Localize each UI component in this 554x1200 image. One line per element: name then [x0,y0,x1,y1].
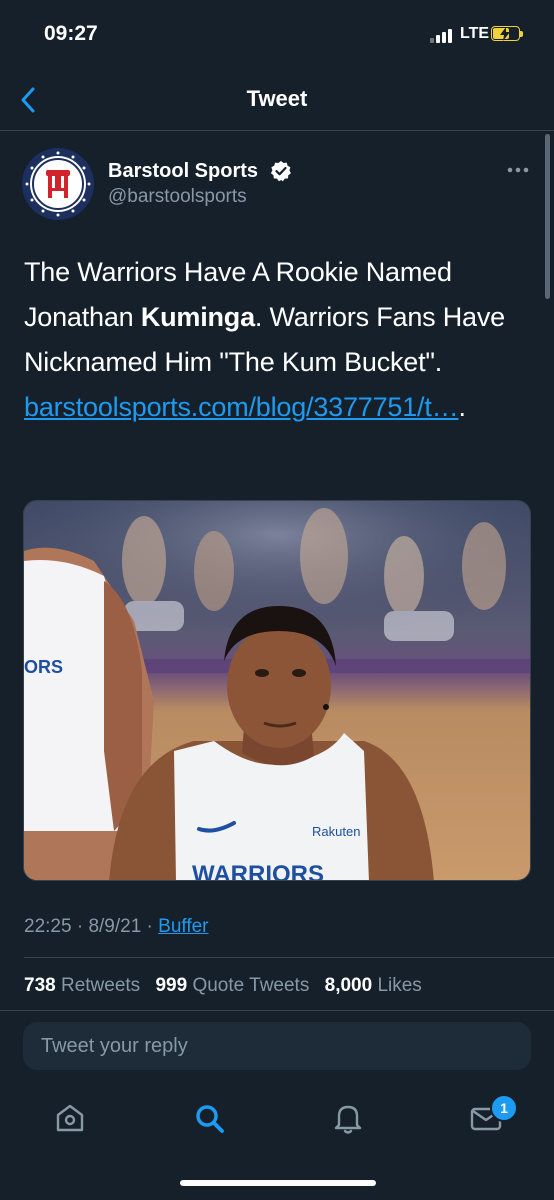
signal-icon [430,27,456,43]
author-handle[interactable]: @barstoolsports [108,186,247,208]
tweet-text: The Warriors Have A Rookie Named Jonatha… [24,257,505,422]
divider [24,957,554,958]
bell-icon [334,1105,362,1134]
network-type: LTE [460,25,490,42]
tweet-source-link[interactable]: Buffer [158,916,208,937]
home-indicator[interactable] [180,1180,376,1186]
barstool-logo [22,148,94,220]
bold-name: Kuminga [140,302,255,332]
more-icon[interactable] [505,160,531,180]
divider [0,1010,554,1011]
tab-home[interactable] [52,1100,88,1136]
scrollbar[interactable] [545,134,550,299]
home-icon [56,1104,84,1132]
verified-icon [270,161,291,182]
jersey-text: WARRIORS [192,861,324,881]
tweet-time: 22:25 [24,916,72,937]
reply-box[interactable]: Tweet your reply [23,1022,531,1070]
nav-header: Tweet [0,70,554,131]
search-icon [196,1105,224,1133]
battery-icon [491,26,524,43]
likes-stat[interactable]: 8,000 Likes [325,975,422,996]
tweet-stats: 738 Retweets 999 Quote Tweets 8,000 Like… [24,975,422,997]
tweet-meta: 22:25 · 8/9/21 · Buffer [24,916,209,937]
jersey-sponsor: Rakuten [312,824,360,839]
tab-search[interactable] [191,1100,227,1136]
author-name[interactable]: Barstool Sports [108,160,258,183]
reply-input-placeholder[interactable]: Tweet your reply [41,1035,188,1058]
messages-badge: 1 [490,1094,518,1122]
quote-tweets-stat[interactable]: 999 Quote Tweets [155,975,309,996]
photo-basketball-player: ORS Rakuten WARRIORS [24,501,530,881]
tweet-image[interactable]: ORS Rakuten WARRIORS [23,500,531,881]
tweet-date: 8/9/21 [88,916,142,937]
status-bar: 09:27 LTE [0,0,554,70]
tweet-link[interactable]: barstoolsports.com/blog/3377751/t… [24,392,459,422]
retweets-stat[interactable]: 738 Retweets [24,975,140,996]
tab-notifications[interactable] [330,1100,366,1136]
jersey-left-text: ORS [24,657,63,677]
avatar[interactable] [22,148,94,220]
status-time: 09:27 [44,22,98,45]
page-title: Tweet [246,86,308,111]
